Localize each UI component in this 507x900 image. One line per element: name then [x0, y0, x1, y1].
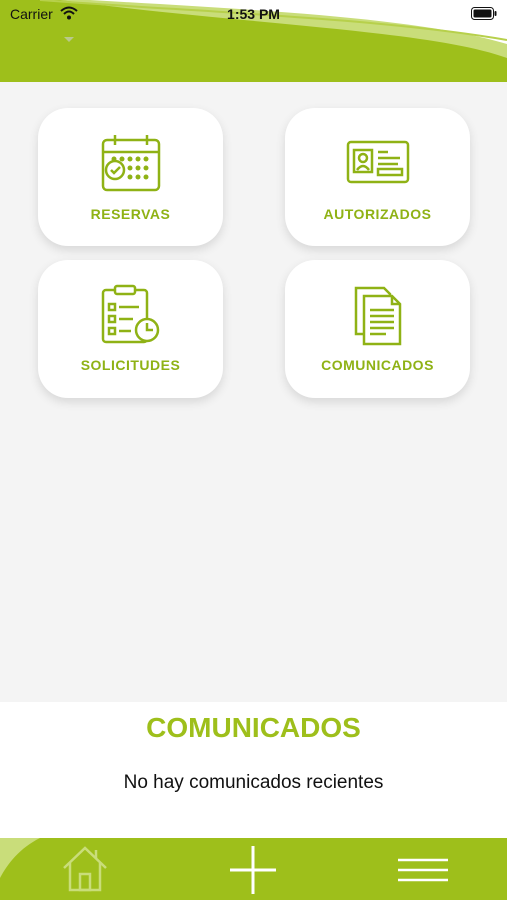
- bottom-nav-bar: [0, 838, 507, 900]
- calendar-check-icon: [101, 135, 160, 192]
- tile-label: RESERVAS: [90, 206, 171, 222]
- clipboard-clock-icon: [101, 284, 159, 344]
- home-icon[interactable]: [60, 844, 110, 894]
- comunicados-empty-message: No hay comunicados recientes: [123, 772, 384, 793]
- tile-reservas[interactable]: RESERVAS: [38, 108, 223, 246]
- tile-label: SOLICITUDES: [80, 357, 181, 373]
- tile-label: COMUNICADOS: [321, 357, 434, 373]
- plus-icon[interactable]: [228, 844, 278, 894]
- status-time: 1:53 PM: [227, 6, 280, 22]
- documents-icon: [354, 286, 401, 346]
- tile-solicitudes[interactable]: SOLICITUDES: [38, 260, 223, 398]
- menu-icon[interactable]: [396, 844, 450, 894]
- status-bar: Carrier 1:53 PM: [0, 0, 507, 28]
- id-card-icon: [346, 140, 409, 184]
- tile-comunicados[interactable]: COMUNICADOS: [285, 260, 470, 398]
- comunicados-title: COMUNICADOS: [146, 712, 361, 743]
- tile-autorizados[interactable]: AUTORIZADOS: [285, 108, 470, 246]
- app-header: Carrier 1:53 PM: [0, 0, 507, 82]
- chevron-down-icon[interactable]: [63, 36, 75, 44]
- comunicados-section: COMUNICADOS No hay comunicados recientes: [0, 702, 507, 838]
- tile-label: AUTORIZADOS: [323, 206, 432, 222]
- battery-icon: [471, 7, 497, 20]
